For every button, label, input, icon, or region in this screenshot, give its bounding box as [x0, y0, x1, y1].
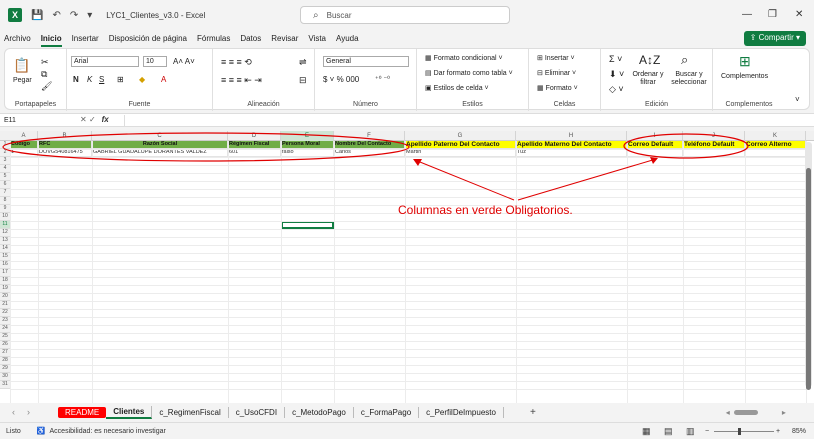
status-bar: Listo ♿ Accesibilidad: es necesario inve…: [0, 422, 814, 439]
hscroll-left-icon[interactable]: ◂: [726, 408, 730, 417]
annotation-ellipse-green: [2, 132, 410, 162]
annotation-arrow-left: [414, 159, 515, 201]
normal-view-icon[interactable]: ▦: [642, 426, 651, 437]
sheet-tab-formapago[interactable]: c_FormaPago: [354, 406, 420, 418]
zoom-in-icon[interactable]: +: [776, 428, 780, 435]
page-break-icon[interactable]: ▥: [686, 426, 695, 437]
status-ready: Listo: [6, 427, 21, 435]
zoom-level[interactable]: 85%: [792, 428, 806, 435]
sheet-tab-bar: ‹ › README Clientes c_RegimenFiscal c_Us…: [0, 404, 814, 420]
prev-sheet-icon[interactable]: ‹: [12, 407, 15, 417]
next-sheet-icon[interactable]: ›: [27, 407, 30, 417]
annotation-overlay: [2, 132, 749, 201]
zoom-slider-thumb[interactable]: [738, 428, 741, 435]
add-sheet-icon[interactable]: +: [530, 407, 536, 418]
sheet-tab-perfil[interactable]: c_PerfilDeImpuesto: [419, 406, 504, 418]
sheet-tab-usocfdi[interactable]: c_UsoCFDI: [229, 406, 286, 418]
hscroll-right-icon[interactable]: ▸: [782, 408, 786, 417]
page-layout-icon[interactable]: ▤: [664, 426, 673, 437]
sheet-tab-regimen[interactable]: c_RegimenFiscal: [152, 406, 229, 418]
horizontal-scrollbar[interactable]: [733, 409, 758, 415]
accessibility-status[interactable]: Accesibilidad: es necesario investigar: [50, 428, 166, 435]
annotation-ellipse-defaults: [623, 133, 749, 159]
zoom-out-icon[interactable]: −: [705, 428, 709, 435]
sheet-tab-metodopago[interactable]: c_MetodoPago: [285, 406, 354, 418]
annotation-arrow-right: [517, 158, 657, 201]
sheet-tab-clientes[interactable]: Clientes: [106, 405, 153, 419]
sheet-tab-readme[interactable]: README: [58, 406, 107, 418]
zoom-slider[interactable]: [714, 431, 774, 432]
accessibility-icon: ♿: [36, 428, 46, 435]
